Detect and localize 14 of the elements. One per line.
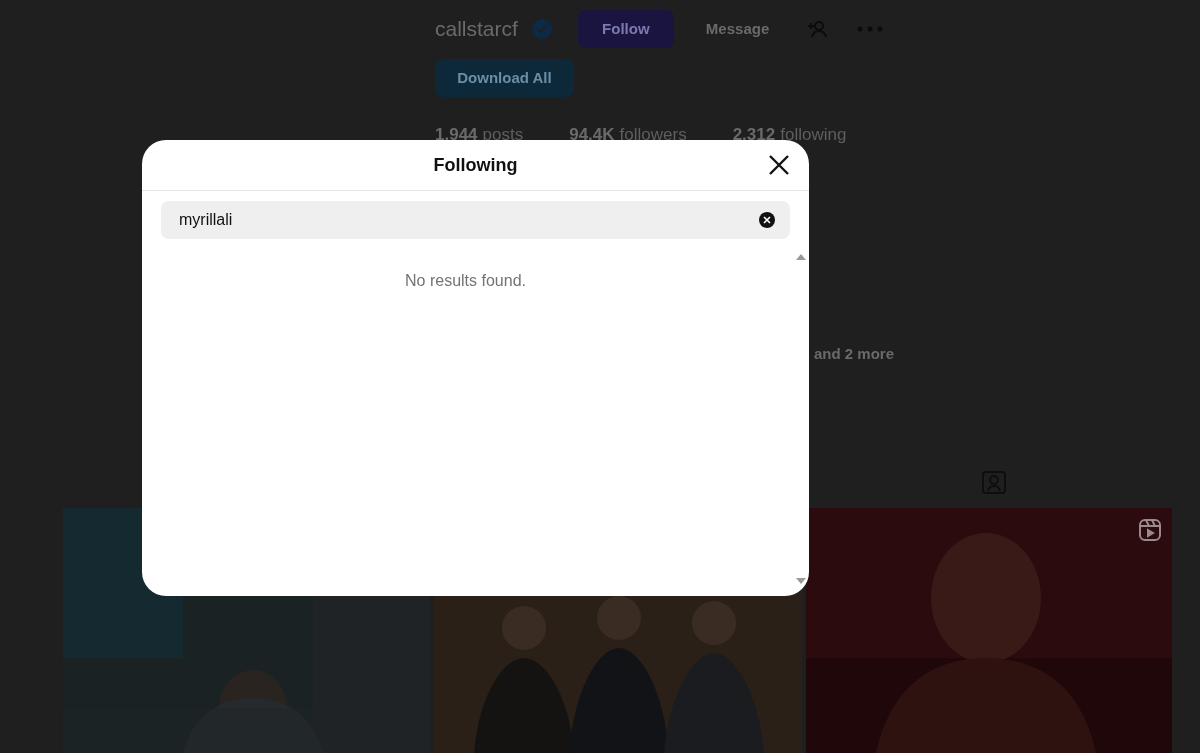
username: callstarcf <box>435 16 518 43</box>
stat-count: 1,944 <box>435 124 478 146</box>
follow-button[interactable]: Follow <box>577 10 674 48</box>
stat-count: 94.4K <box>569 124 615 146</box>
empty-message: No results found. <box>404 271 527 291</box>
stat-label: following <box>780 124 847 146</box>
download-button[interactable]: Download All <box>435 59 574 97</box>
search-field[interactable]: myrillali <box>161 201 790 239</box>
dialog-title: Following <box>433 153 518 177</box>
message-button[interactable]: Message <box>691 10 784 48</box>
stat-label: posts <box>482 124 524 146</box>
followed-by-text: and 2 more <box>814 344 895 364</box>
stat-label: followers <box>619 124 687 146</box>
stat-count: 2,312 <box>732 124 776 146</box>
